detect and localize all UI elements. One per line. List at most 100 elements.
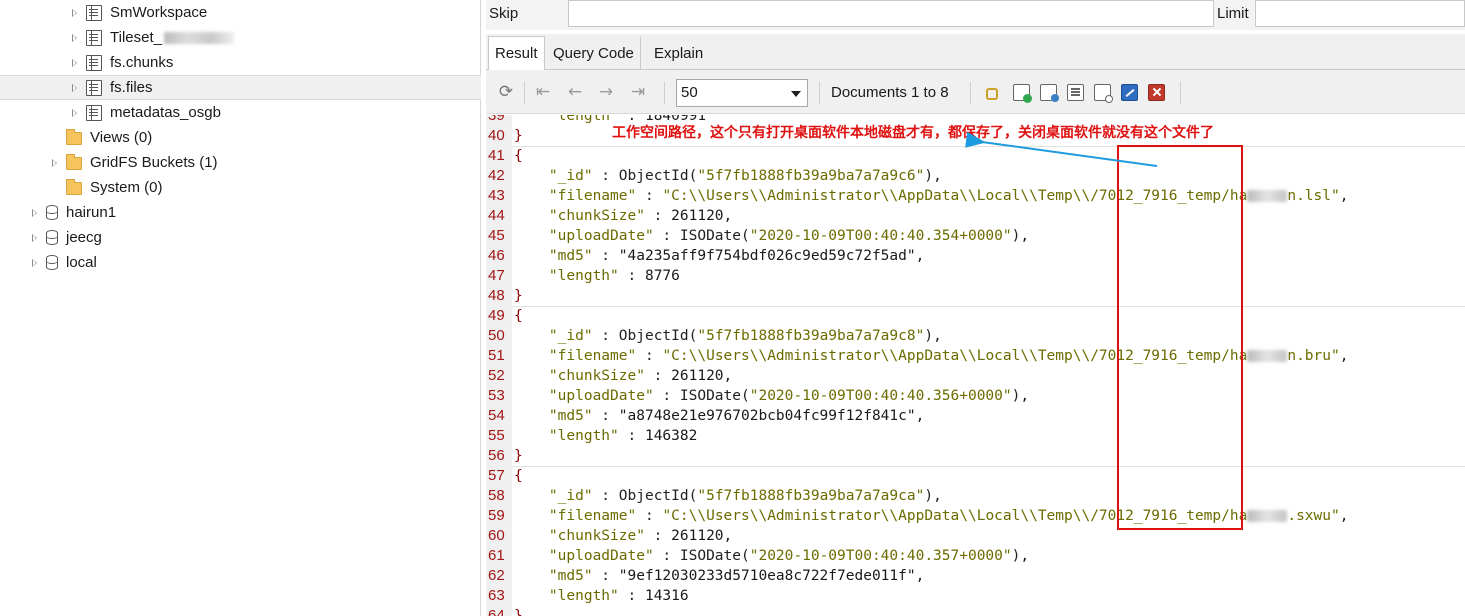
tab-result[interactable]: Result	[488, 36, 545, 71]
code-text: "chunkSize" : 261120,	[548, 368, 733, 384]
code-line: 52 "chunkSize" : 261120,	[486, 366, 1465, 386]
refresh-icon[interactable]: ⟳	[497, 84, 515, 102]
annotation-text: 工作空间路径，这个只有打开桌面软件本地磁盘才有，都保存了，关闭桌面软件就没有这个…	[612, 125, 1214, 141]
last-page-icon[interactable]: ⇥	[629, 84, 647, 102]
limit-input[interactable]	[1255, 0, 1465, 27]
code-line: 53 "uploadDate" : ISODate("2020-10-09T00…	[486, 386, 1465, 406]
chevron-down-icon	[791, 91, 801, 97]
documents-range-label: Documents 1 to 8	[831, 84, 949, 101]
code-line: 45 "uploadDate" : ISODate("2020-10-09T00…	[486, 226, 1465, 246]
tree-item[interactable]: jeecg	[0, 225, 481, 250]
line-number: 62	[488, 567, 505, 584]
code-text: }	[514, 608, 523, 616]
json-result-view[interactable]: 39 "length" : 1840991 40} 41{42 "_id" : Ob…	[486, 115, 1465, 616]
folder-icon	[66, 129, 82, 145]
code-line: 60 "chunkSize" : 261120,	[486, 526, 1465, 546]
insert-document-icon[interactable]	[1013, 84, 1032, 103]
code-line: 62 "md5" : "9ef12030233d5710ea8c722f7ede…	[486, 566, 1465, 586]
code-text: "_id" : ObjectId("5f7fb1888fb39a9ba7a7a9…	[548, 168, 942, 184]
line-number: 60	[488, 527, 505, 544]
next-page-icon[interactable]: →	[597, 84, 615, 102]
edit-document-icon[interactable]	[1067, 84, 1084, 101]
result-tabs: Result Query Code Explain	[486, 34, 1465, 71]
code-line: 43 "filename" : "C:\\Users\\Administrato…	[486, 186, 1465, 206]
tree-item[interactable]: fs.files	[0, 75, 481, 100]
expand-arrow-icon[interactable]	[70, 8, 80, 18]
code-text: "chunkSize" : 261120,	[548, 528, 733, 544]
tree-item[interactable]: fs.chunks	[0, 50, 481, 75]
line-number: 54	[488, 407, 505, 424]
query-panel: Skip Limit Result Query Code Explain ⟳ ⇤…	[486, 0, 1465, 616]
code-text: {	[514, 148, 523, 164]
expand-arrow-icon[interactable]	[30, 233, 40, 243]
tree-item-label: local	[66, 254, 97, 271]
code-line: 54 "md5" : "a8748e21e976702bcb04fc99f12f…	[486, 406, 1465, 426]
code-text: "_id" : ObjectId("5f7fb1888fb39a9ba7a7a9…	[548, 488, 942, 504]
code-line: 48}	[486, 286, 1465, 306]
code-line: 51 "filename" : "C:\\Users\\Administrato…	[486, 346, 1465, 366]
line-number: 61	[488, 547, 505, 564]
tree-item[interactable]: Tileset_	[0, 25, 481, 50]
tree-item-label: System (0)	[90, 179, 163, 196]
collection-icon	[86, 79, 102, 96]
code-line: 56}	[486, 446, 1465, 466]
line-number: 53	[488, 387, 505, 404]
code-text: {	[514, 308, 523, 324]
tree-item-label: fs.chunks	[110, 54, 174, 71]
tree-item[interactable]: System (0)	[0, 175, 481, 200]
line-number: 51	[488, 347, 505, 364]
search-document-icon[interactable]	[1094, 84, 1113, 103]
annotation-highlight-box	[1117, 145, 1243, 530]
lock-icon[interactable]	[986, 88, 998, 100]
code-text: "md5" : "a8748e21e976702bcb04fc99f12f841…	[548, 408, 925, 424]
expand-arrow-icon[interactable]	[70, 83, 80, 93]
tab-query-code[interactable]: Query Code	[546, 36, 641, 70]
code-line: 44 "chunkSize" : 261120,	[486, 206, 1465, 226]
expand-arrow-icon[interactable]	[30, 208, 40, 218]
code-line: 59 "filename" : "C:\\Users\\Administrato…	[486, 506, 1465, 526]
line-number: 42	[488, 167, 505, 184]
code-line: 57 {	[486, 466, 1465, 486]
skip-input[interactable]	[568, 0, 1214, 27]
edit-value-icon[interactable]	[1121, 84, 1138, 101]
line-number: 55	[488, 427, 505, 444]
tab-explain[interactable]: Explain	[647, 36, 710, 70]
tree-item[interactable]: GridFS Buckets (1)	[0, 150, 481, 175]
expand-arrow-icon[interactable]	[70, 58, 80, 68]
database-tree: SmWorkspace Tileset_ fs.chunks fs.files meta…	[0, 0, 481, 616]
expand-arrow-icon[interactable]	[70, 33, 80, 43]
redacted-text	[1247, 190, 1288, 202]
first-page-icon[interactable]: ⇤	[534, 84, 552, 102]
view-document-icon[interactable]	[1040, 84, 1059, 102]
expand-arrow-icon[interactable]	[50, 158, 60, 168]
expand-arrow-icon[interactable]	[70, 108, 80, 118]
code-text: "uploadDate" : ISODate("2020-10-09T00:40…	[548, 228, 1030, 244]
code-text: "uploadDate" : ISODate("2020-10-09T00:40…	[548, 388, 1030, 404]
tree-item[interactable]: SmWorkspace	[0, 0, 481, 25]
tree-item-label: fs.files	[110, 79, 153, 96]
code-line: 47 "length" : 8776	[486, 266, 1465, 286]
limit-label: Limit	[1217, 5, 1249, 22]
tree-item[interactable]: metadatas_osgb	[0, 100, 481, 125]
tree-item[interactable]: local	[0, 250, 481, 275]
page-size-select[interactable]: 50	[676, 79, 808, 107]
database-icon	[46, 255, 58, 270]
previous-page-icon[interactable]: ←	[566, 84, 584, 102]
tree-item[interactable]: hairun1	[0, 200, 481, 225]
line-number: 58	[488, 487, 505, 504]
code-line: 61 "uploadDate" : ISODate("2020-10-09T00…	[486, 546, 1465, 566]
line-number: 40	[488, 127, 505, 144]
collection-icon	[86, 54, 102, 71]
page-size-value: 50	[681, 84, 698, 101]
tree-item[interactable]: Views (0)	[0, 125, 481, 150]
database-icon	[46, 230, 58, 245]
query-options-bar: Skip Limit	[486, 0, 1465, 30]
delete-document-icon[interactable]	[1148, 84, 1165, 101]
line-number: 48	[488, 287, 505, 304]
code-line: 63 "length" : 14316	[486, 586, 1465, 606]
folder-icon	[66, 154, 82, 170]
code-line: 42 "_id" : ObjectId("5f7fb1888fb39a9ba7a…	[486, 166, 1465, 186]
database-icon	[46, 205, 58, 220]
expand-arrow-icon[interactable]	[30, 258, 40, 268]
